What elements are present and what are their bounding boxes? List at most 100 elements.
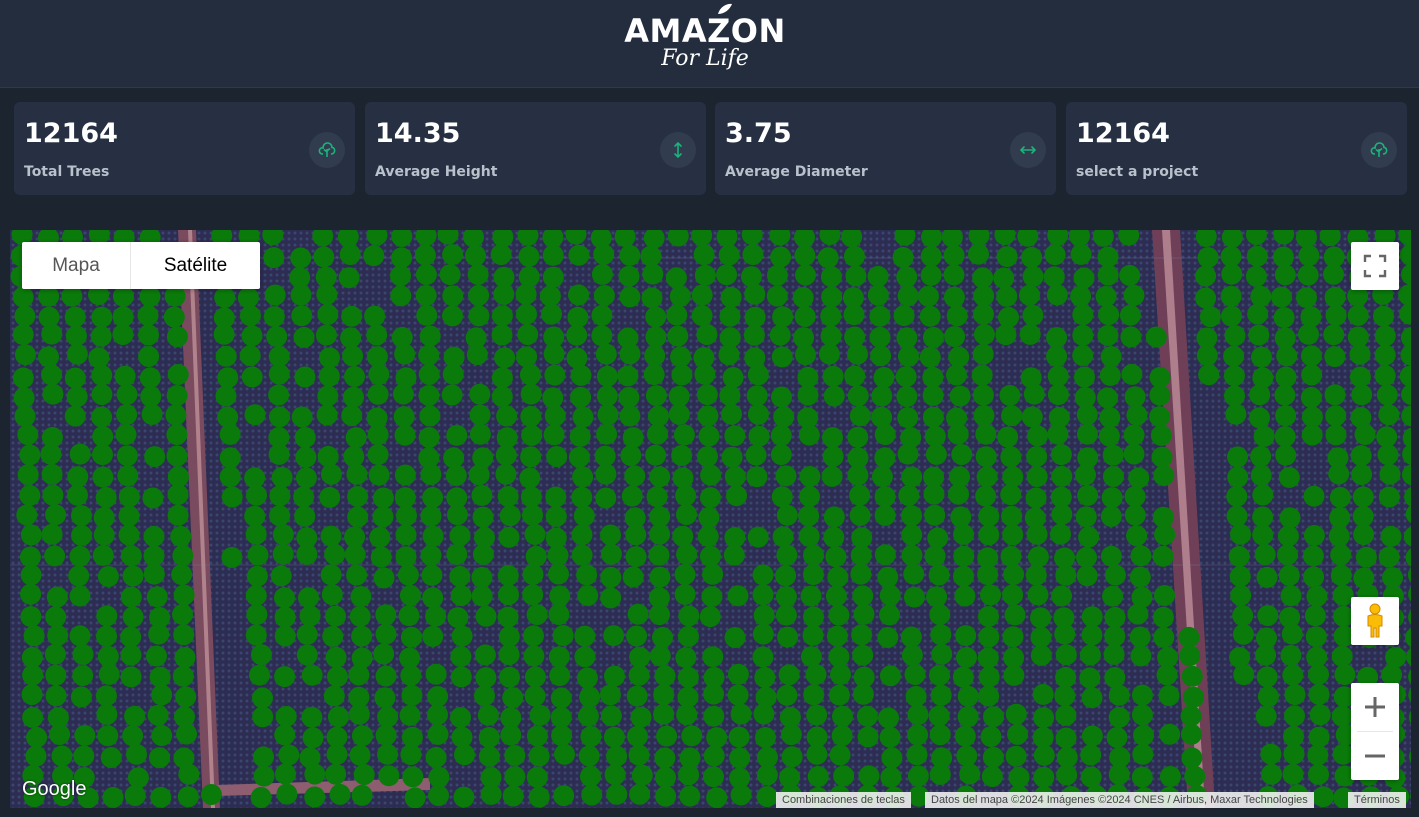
tree-marker[interactable]	[26, 726, 48, 748]
tree-marker[interactable]	[1081, 725, 1103, 747]
tree-marker[interactable]	[174, 647, 196, 668]
tree-marker[interactable]	[978, 685, 1000, 707]
tree-marker[interactable]	[548, 646, 570, 668]
tree-marker[interactable]	[672, 467, 694, 489]
tree-marker[interactable]	[368, 464, 390, 486]
tree-marker[interactable]	[420, 464, 442, 486]
tree-marker[interactable]	[874, 424, 896, 446]
tree-marker[interactable]	[924, 545, 946, 567]
tree-marker[interactable]	[1324, 346, 1346, 368]
tree-marker[interactable]	[546, 446, 568, 467]
tree-marker[interactable]	[392, 383, 414, 405]
tree-marker[interactable]	[274, 666, 296, 688]
tree-marker[interactable]	[92, 544, 114, 566]
tree-marker[interactable]	[138, 346, 160, 367]
tree-marker[interactable]	[925, 443, 947, 465]
tree-marker[interactable]	[120, 644, 142, 666]
tree-marker[interactable]	[950, 506, 972, 528]
tree-marker[interactable]	[1095, 285, 1117, 307]
tree-marker[interactable]	[600, 524, 621, 546]
tree-marker[interactable]	[1284, 705, 1305, 727]
tree-marker[interactable]	[953, 523, 974, 545]
tree-marker[interactable]	[1252, 484, 1274, 506]
tree-marker[interactable]	[421, 564, 443, 586]
tree-marker[interactable]	[120, 666, 142, 688]
tree-marker[interactable]	[92, 444, 113, 466]
tree-marker[interactable]	[983, 706, 1004, 728]
tree-marker[interactable]	[756, 786, 778, 807]
tree-marker[interactable]	[929, 724, 951, 746]
tree-marker[interactable]	[1376, 384, 1398, 406]
tree-marker[interactable]	[1055, 727, 1077, 749]
tree-marker[interactable]	[1225, 403, 1247, 425]
tree-marker[interactable]	[871, 385, 893, 407]
tree-marker[interactable]	[415, 264, 437, 285]
tree-marker[interactable]	[1047, 365, 1069, 387]
tree-marker[interactable]	[691, 305, 713, 327]
tree-marker[interactable]	[772, 306, 794, 328]
tree-marker[interactable]	[1102, 585, 1124, 607]
tree-marker[interactable]	[594, 445, 616, 467]
tree-marker[interactable]	[38, 346, 59, 368]
tree-marker[interactable]	[550, 687, 572, 709]
tree-marker[interactable]	[832, 705, 853, 727]
map-type-map-button[interactable]: Mapa	[22, 242, 131, 289]
tree-marker[interactable]	[347, 486, 369, 507]
tree-marker[interactable]	[828, 604, 850, 626]
tree-marker[interactable]	[924, 504, 946, 526]
tree-marker[interactable]	[1046, 284, 1068, 306]
tree-marker[interactable]	[1223, 365, 1245, 387]
tree-marker[interactable]	[1178, 626, 1200, 648]
tree-marker[interactable]	[645, 385, 667, 407]
tree-marker[interactable]	[295, 467, 317, 489]
tree-marker[interactable]	[653, 703, 675, 725]
tree-marker[interactable]	[1123, 443, 1145, 465]
tree-marker[interactable]	[269, 485, 291, 507]
tree-marker[interactable]	[618, 386, 640, 408]
tree-marker[interactable]	[1379, 463, 1401, 485]
tree-marker[interactable]	[523, 645, 545, 667]
tree-marker[interactable]	[1019, 323, 1041, 345]
tree-marker[interactable]	[170, 525, 192, 547]
tree-marker[interactable]	[857, 726, 879, 748]
tree-marker[interactable]	[697, 405, 719, 427]
tree-marker[interactable]	[140, 386, 162, 407]
tree-marker[interactable]	[996, 285, 1018, 307]
tree-marker[interactable]	[745, 444, 767, 466]
tree-marker[interactable]	[250, 644, 272, 666]
tree-marker[interactable]	[600, 543, 622, 565]
tree-marker[interactable]	[271, 466, 293, 488]
tree-marker[interactable]	[20, 564, 42, 586]
tree-marker[interactable]	[1003, 564, 1025, 585]
tree-marker[interactable]	[290, 284, 312, 306]
tree-marker[interactable]	[520, 446, 542, 468]
tree-marker[interactable]	[641, 287, 663, 309]
tree-marker[interactable]	[642, 263, 664, 285]
tree-marker[interactable]	[117, 465, 139, 487]
tree-marker[interactable]	[495, 463, 517, 485]
tree-marker[interactable]	[1284, 684, 1306, 706]
tree-marker[interactable]	[645, 326, 667, 348]
tree-marker[interactable]	[823, 526, 845, 548]
tree-marker[interactable]	[843, 304, 865, 326]
tree-marker[interactable]	[244, 505, 266, 527]
tree-marker[interactable]	[1159, 723, 1181, 745]
tree-marker[interactable]	[518, 266, 540, 288]
tree-marker[interactable]	[293, 486, 315, 508]
tree-marker[interactable]	[699, 606, 721, 628]
tree-marker[interactable]	[428, 766, 450, 788]
tree-marker[interactable]	[1303, 566, 1325, 588]
tree-marker[interactable]	[595, 463, 617, 485]
tree-marker[interactable]	[1183, 686, 1205, 708]
tree-marker[interactable]	[402, 766, 424, 788]
tree-marker[interactable]	[668, 385, 690, 407]
tree-marker[interactable]	[343, 446, 365, 468]
tree-marker[interactable]	[822, 365, 844, 387]
tree-marker[interactable]	[69, 625, 91, 647]
tree-marker[interactable]	[1001, 405, 1022, 427]
tree-marker[interactable]	[142, 487, 164, 509]
tree-marker[interactable]	[1055, 666, 1077, 688]
tree-marker[interactable]	[296, 644, 318, 666]
tree-marker[interactable]	[728, 726, 750, 748]
tree-marker[interactable]	[905, 685, 927, 707]
